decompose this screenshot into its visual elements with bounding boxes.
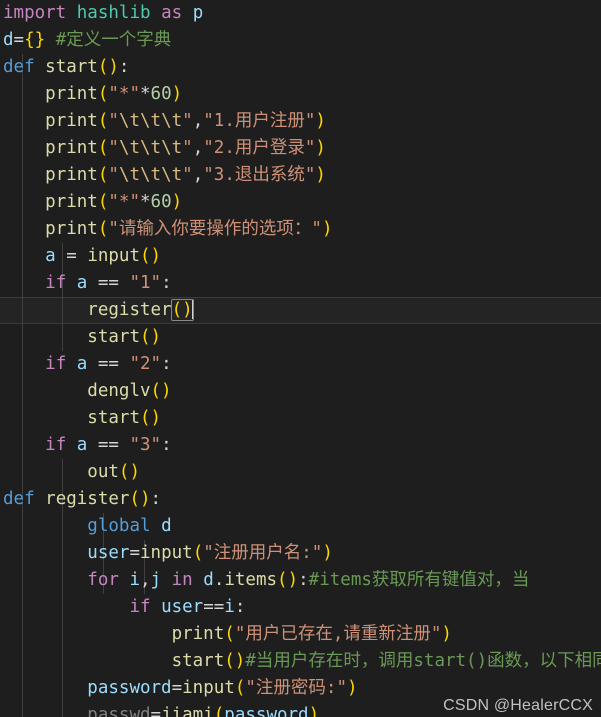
token-keyword: as	[161, 3, 183, 23]
code-line[interactable]: def register():	[0, 486, 601, 513]
code-line[interactable]: print("\t\t\t","2.用户登录")	[0, 135, 601, 162]
code-line[interactable]: for i,j in d.items():#items获取所有键值对，当	[0, 567, 601, 594]
token-keyword: import	[3, 3, 67, 23]
code-line[interactable]: print("*"*60)	[0, 81, 601, 108]
token-string: "*"	[108, 84, 140, 104]
code-line[interactable]: denglv()	[0, 378, 601, 405]
code-line[interactable]: if a == "2":	[0, 351, 601, 378]
text-cursor	[191, 300, 194, 319]
token-module: hashlib	[76, 3, 151, 23]
code-line[interactable]: print("*"*60)	[0, 189, 601, 216]
code-line[interactable]: print("\t\t\t","3.退出系统")	[0, 162, 601, 189]
code-line[interactable]: import hashlib as p	[0, 0, 601, 27]
code-line-active[interactable]: register()	[0, 297, 601, 324]
code-line[interactable]: user=input("注册用户名:")	[0, 540, 601, 567]
code-line[interactable]: a = input()	[0, 243, 601, 270]
code-line[interactable]: start()#当用户存在时，调用start()函数，以下相同	[0, 648, 601, 675]
token-keyword: def	[3, 57, 35, 77]
token-comment: #定义一个字典	[55, 30, 172, 50]
code-line[interactable]: print("用户已存在,请重新注册")	[0, 621, 601, 648]
token-function: start	[45, 57, 98, 77]
code-line[interactable]: def start():	[0, 54, 601, 81]
code-line[interactable]: start()	[0, 324, 601, 351]
code-line[interactable]: if a == "1":	[0, 270, 601, 297]
code-line[interactable]: print("\t\t\t","1.用户注册")	[0, 108, 601, 135]
code-line[interactable]: print("请输入你要操作的选项：")	[0, 216, 601, 243]
code-line[interactable]: global d	[0, 513, 601, 540]
token-variable: p	[192, 3, 204, 23]
code-line[interactable]: if a == "3":	[0, 432, 601, 459]
csdn-watermark: CSDN @HealerCCX	[443, 697, 593, 714]
code-line[interactable]: if user==i:	[0, 594, 601, 621]
token-escape: \t\t\t	[118, 111, 183, 131]
bracket-match-highlight: ()	[170, 299, 194, 321]
code-line[interactable]: d={} #定义一个字典	[0, 27, 601, 54]
token-number: 60	[150, 84, 172, 104]
code-editor[interactable]: import hashlib as p d={} #定义一个字典 def sta…	[0, 0, 601, 717]
code-line[interactable]: out()	[0, 459, 601, 486]
code-line[interactable]: start()	[0, 405, 601, 432]
